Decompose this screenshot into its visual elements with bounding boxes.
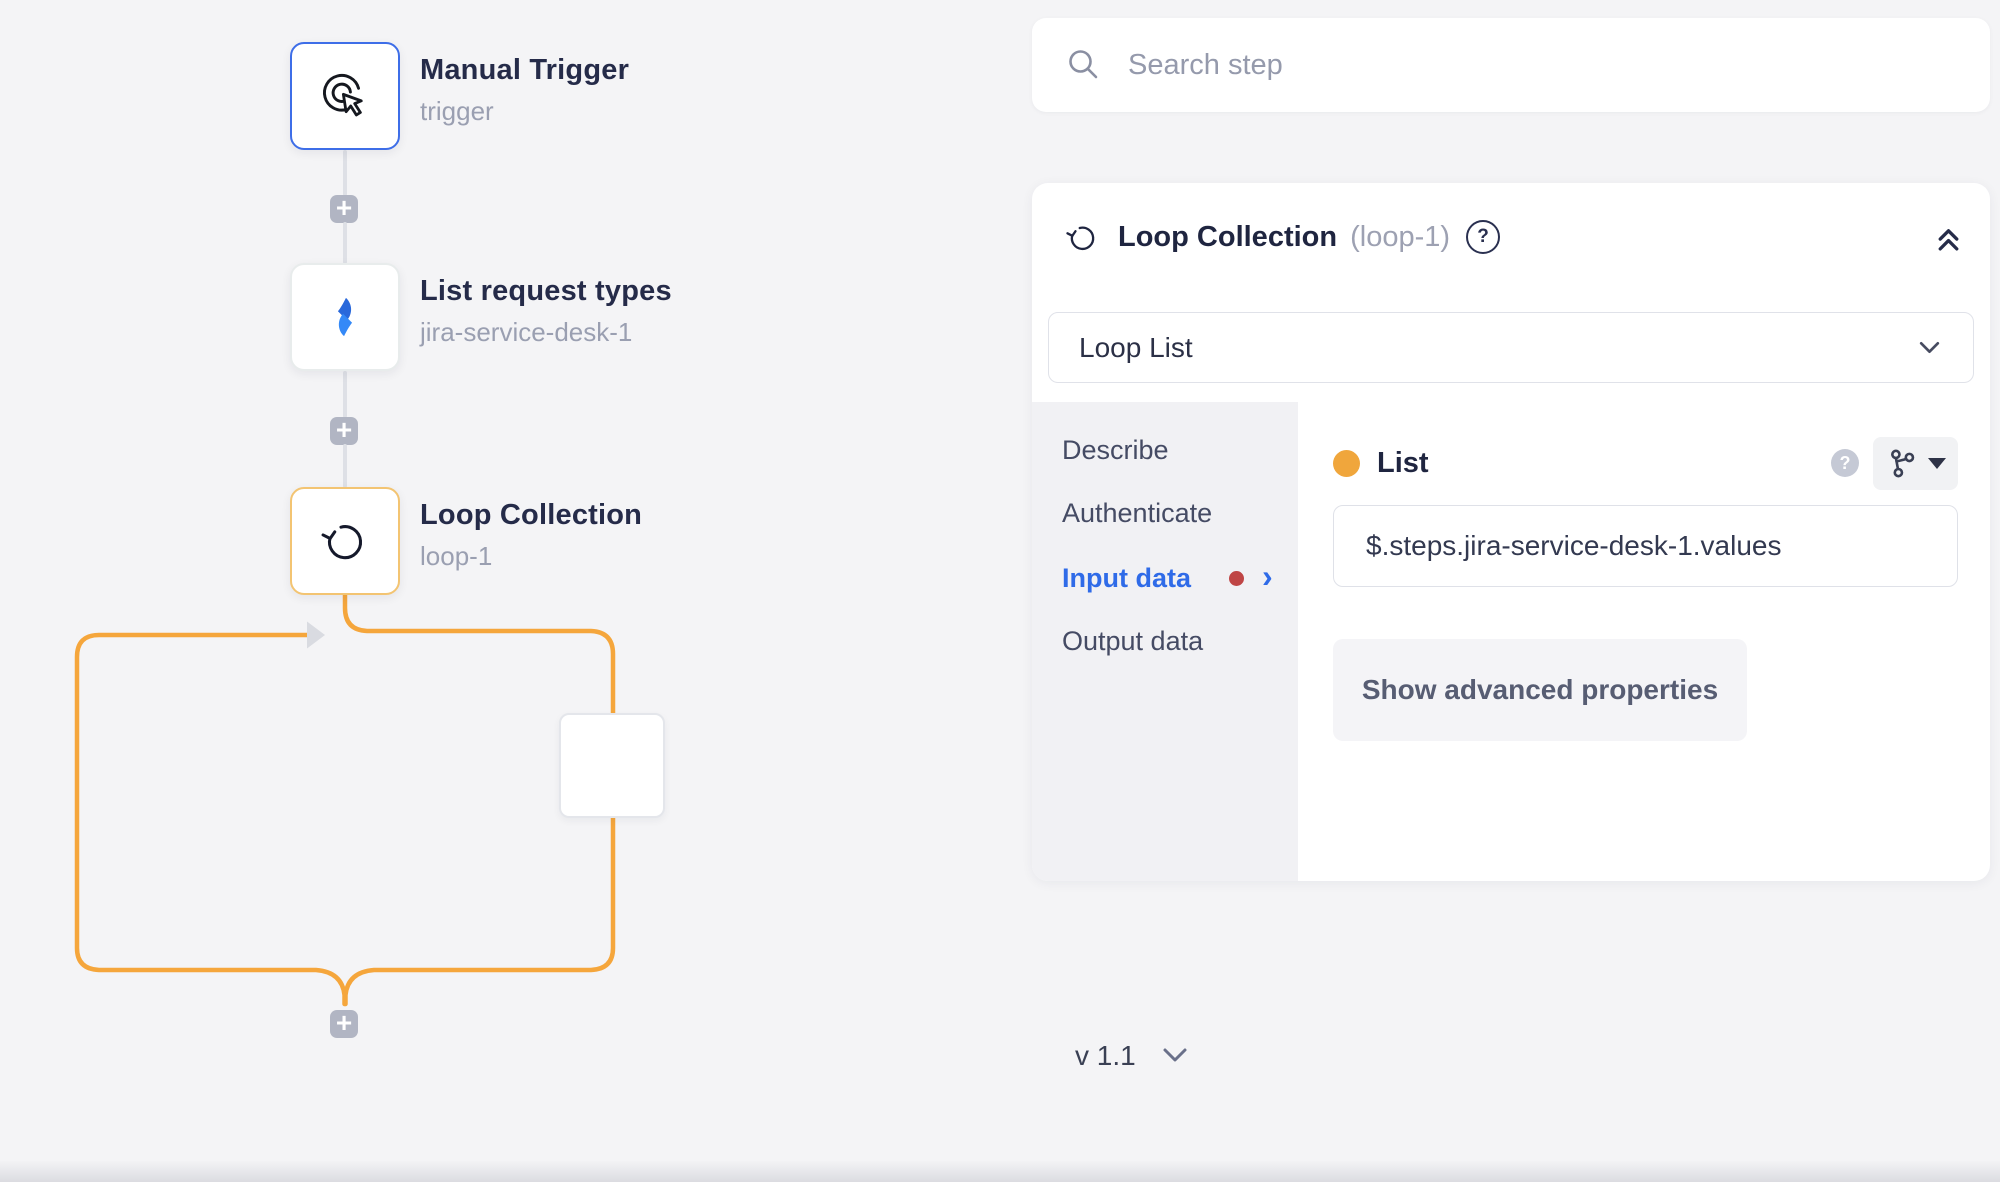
search-step-input[interactable] [1126, 48, 1956, 83]
collapse-panel-button[interactable] [1933, 222, 1964, 253]
tab-describe[interactable]: Describe [1062, 432, 1169, 468]
version-selector[interactable]: v 1.1 [1075, 1040, 1190, 1072]
input-data-content: List ? Show advanced [1298, 402, 1990, 881]
node-label: Manual Trigger trigger [420, 53, 629, 126]
node-subtitle: loop-1 [420, 541, 642, 571]
search-icon [1066, 48, 1100, 82]
tab-sidebar: Describe Authenticate Input data › Outpu… [1032, 402, 1298, 881]
panel-step-id: (loop-1) [1350, 221, 1450, 254]
field-label: List [1377, 447, 1429, 480]
connector-line [343, 150, 347, 196]
add-step-button[interactable]: + [330, 417, 358, 445]
field-help-icon[interactable]: ? [1831, 449, 1859, 477]
plus-icon: + [336, 194, 352, 222]
list-value-field [1333, 505, 1958, 587]
error-dot-icon [1229, 571, 1244, 586]
help-icon[interactable]: ? [1466, 220, 1500, 254]
node-label: Loop Collection loop-1 [420, 498, 642, 571]
caret-down-icon [1928, 458, 1946, 469]
required-dot-icon [1333, 450, 1360, 477]
list-jsonpath-input[interactable] [1334, 530, 1957, 562]
tab-authenticate[interactable]: Authenticate [1062, 495, 1212, 531]
tab-output-data[interactable]: Output data [1062, 623, 1203, 659]
workflow-builder-screen: + + + Manual Trigger trigger List reques… [0, 0, 2000, 1182]
connector-line [343, 222, 347, 264]
double-chevron-up-icon [1933, 222, 1964, 253]
node-manual-trigger[interactable] [290, 42, 400, 150]
loop-icon [1064, 219, 1101, 256]
node-loop-collection[interactable] [290, 487, 400, 595]
plus-icon: + [336, 416, 352, 444]
connector-line [343, 371, 347, 418]
node-subtitle: jira-service-desk-1 [420, 317, 672, 347]
operation-value: Loop List [1079, 332, 1193, 364]
panel-header: Loop Collection (loop-1) ? [1064, 209, 1964, 265]
chevron-down-icon [1160, 1045, 1190, 1067]
show-advanced-properties-button[interactable]: Show advanced properties [1333, 639, 1747, 741]
loop-icon [318, 514, 372, 568]
node-subtitle: trigger [420, 96, 629, 126]
panel-title: Loop Collection [1118, 221, 1337, 254]
step-search-bar [1032, 18, 1990, 112]
loop-body-placeholder-step[interactable] [559, 713, 665, 818]
node-title: Manual Trigger [420, 53, 629, 87]
panel-body: Describe Authenticate Input data › Outpu… [1032, 402, 1990, 881]
field-row-list: List ? [1333, 435, 1958, 491]
node-list-request-types[interactable] [290, 263, 400, 371]
loop-return-arrow-icon [307, 622, 325, 649]
git-branch-icon [1886, 447, 1919, 480]
chevron-right-icon: › [1262, 558, 1273, 595]
version-label: v 1.1 [1075, 1040, 1136, 1072]
chevron-down-icon [1916, 334, 1943, 361]
operation-select[interactable]: Loop List [1048, 312, 1974, 383]
mapping-mode-button[interactable] [1873, 437, 1958, 490]
jira-service-desk-icon [322, 294, 368, 340]
add-step-button[interactable]: + [330, 1010, 358, 1038]
connector-line [343, 444, 347, 488]
plus-icon: + [336, 1009, 352, 1037]
manual-trigger-click-icon [319, 70, 371, 122]
add-step-button[interactable]: + [330, 195, 358, 223]
tab-input-data[interactable]: Input data › [1062, 560, 1273, 596]
node-label: List request types jira-service-desk-1 [420, 274, 672, 347]
node-title: Loop Collection [420, 498, 642, 532]
step-properties-panel: Loop Collection (loop-1) ? Loop List Des… [1032, 183, 1990, 881]
node-title: List request types [420, 274, 672, 308]
